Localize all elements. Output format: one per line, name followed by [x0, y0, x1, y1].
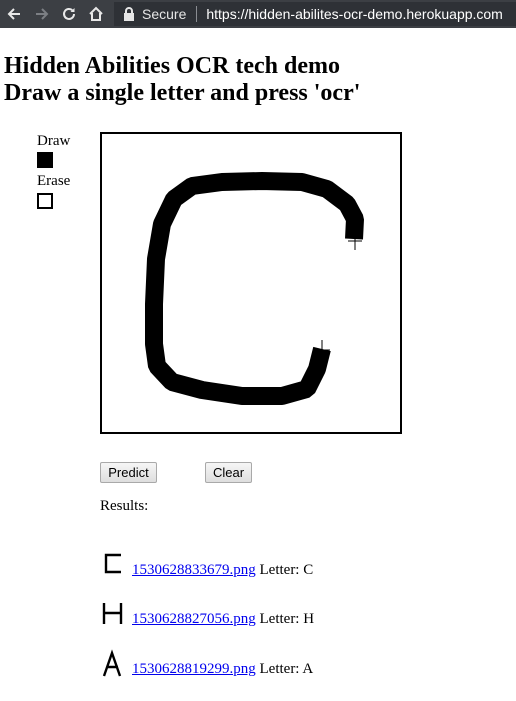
result-thumbnail-a	[102, 649, 122, 677]
home-icon[interactable]	[86, 4, 106, 24]
draw-tool-swatch[interactable]	[37, 152, 53, 168]
results-label: Results:	[100, 498, 149, 514]
title-line-1: Hidden Abilities OCR tech demo	[4, 53, 341, 79]
erase-tool-swatch[interactable]	[37, 193, 53, 209]
result-thumbnail-h	[102, 603, 123, 624]
result-letter: Letter: H	[259, 611, 315, 627]
draw-label: Draw	[37, 133, 71, 149]
browser-toolbar: Secure https://hidden-abilites-ocr-demo.…	[0, 0, 516, 28]
erase-label: Erase	[37, 173, 71, 189]
result-file-link[interactable]: 1530628827056.png	[132, 611, 256, 627]
result-item: 1530628827056.png Letter: H	[100, 599, 480, 633]
forward-arrow-icon[interactable]	[32, 4, 52, 24]
drawn-letter-stroke	[145, 172, 364, 405]
back-arrow-icon[interactable]	[4, 4, 24, 24]
result-letter: Letter: A	[259, 661, 314, 677]
drawing-canvas[interactable]	[100, 132, 402, 434]
result-item: 1530628833679.png Letter: C	[100, 550, 480, 584]
clear-button[interactable]: Clear	[205, 462, 252, 483]
result-text: 1530628833679.png Letter: C	[132, 562, 313, 579]
address-separator	[196, 6, 198, 22]
lock-icon	[122, 6, 136, 22]
result-text: 1530628827056.png Letter: H	[132, 611, 314, 628]
result-file-link[interactable]: 1530628819299.png	[132, 661, 256, 677]
result-item: 1530628819299.png Letter: A	[100, 649, 480, 683]
result-letter: Letter: C	[259, 562, 314, 578]
secure-label: Secure	[142, 6, 187, 22]
reload-icon[interactable]	[59, 4, 79, 24]
title-line-2: Draw a single letter and press 'ocr'	[4, 80, 361, 106]
predict-button[interactable]: Predict	[100, 462, 157, 483]
result-file-link[interactable]: 1530628833679.png	[132, 562, 256, 578]
page-title: Hidden Abilities OCR tech demo Draw a si…	[4, 53, 360, 107]
address-bar[interactable]: Secure https://hidden-abilites-ocr-demo.…	[114, 2, 516, 26]
url-text[interactable]: https://hidden-abilites-ocr-demo.herokua…	[206, 6, 503, 22]
result-text: 1530628819299.png Letter: A	[132, 661, 313, 678]
result-thumbnail-c	[104, 553, 121, 574]
